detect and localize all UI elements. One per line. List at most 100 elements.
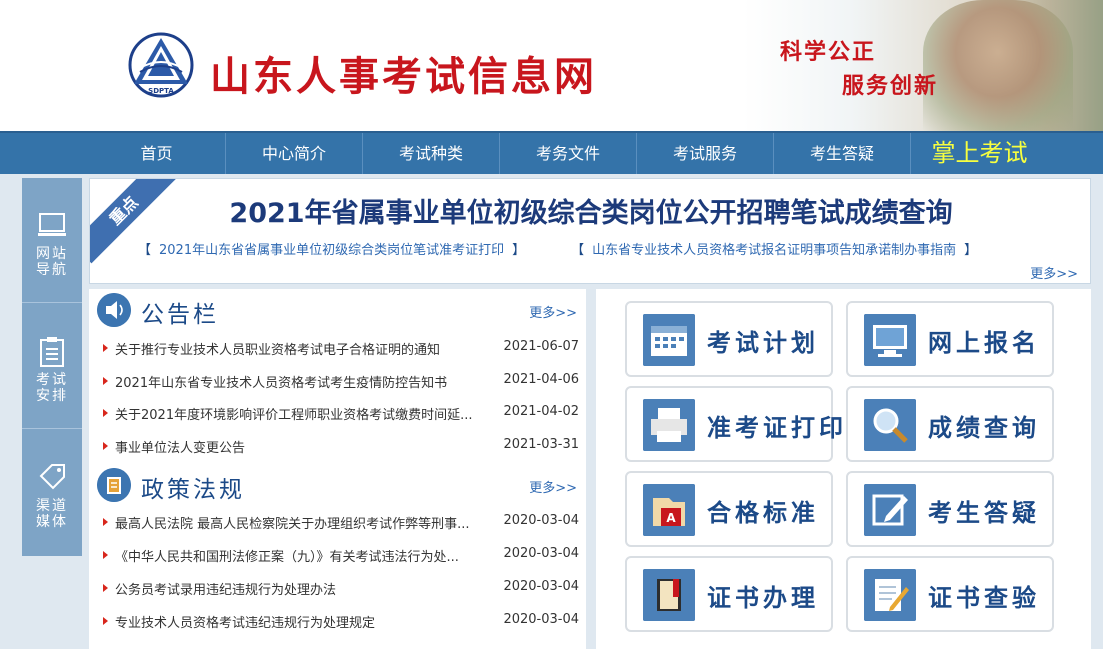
- service-label: 证书办理: [707, 583, 819, 612]
- bulletin-more-link[interactable]: 更多>>: [529, 302, 577, 321]
- list-item[interactable]: 《中华人民共和国刑法修正案（九）》有关考试违法行为处... 2020-03-04: [103, 540, 579, 570]
- list-item[interactable]: 专业技术人员资格考试违纪违规行为处理规定 2020-03-04: [103, 606, 579, 636]
- list-item[interactable]: 2021年山东省专业技术人员资格考试考生疫情防控告知书 2021-04-06: [103, 366, 579, 396]
- list-item-date: 2021-04-02: [503, 404, 579, 419]
- service-label: 网上报名: [928, 328, 1040, 357]
- policy-header: 政策法规 更多>>: [97, 466, 577, 503]
- book-icon: [97, 468, 131, 502]
- headline-links: 【2021年山东省省属事业单位初级综合类岗位笔试准考证打印】【山东省专业技术人员…: [130, 239, 985, 258]
- list-item[interactable]: 关于推行专业技术人员职业资格考试电子合格证明的通知 2021-06-07: [103, 333, 579, 363]
- nav-item-services[interactable]: 考试服务: [637, 133, 774, 174]
- side-item-site-nav[interactable]: 网站 导航: [22, 178, 82, 303]
- site-title[interactable]: 山东人事考试信息网: [210, 44, 597, 102]
- side-nav: 网站 导航 考试 安排 渠道 媒体: [22, 178, 82, 556]
- list-item-title[interactable]: 关于2021年度环境影响评价工程师职业资格考试缴费时间延...: [115, 404, 499, 423]
- headline-link-1[interactable]: 2021年山东省省属事业单位初级综合类岗位笔试准考证打印: [159, 243, 504, 258]
- nav-item-home[interactable]: 首页: [88, 133, 226, 174]
- service-label: 合格标准: [707, 498, 819, 527]
- mountain-image: [923, 0, 1073, 131]
- list-item-date: 2021-03-31: [503, 437, 579, 452]
- bullet-arrow-icon: [103, 518, 108, 526]
- bulletin-header: 公告栏 更多>>: [97, 291, 577, 328]
- side-label-line: 网站: [36, 246, 68, 262]
- speaker-icon: [97, 293, 131, 327]
- monitor-icon: [38, 213, 66, 236]
- headline-title[interactable]: 2021年省属事业单位初级综合类岗位公开招聘笔试成绩查询: [90, 191, 1090, 230]
- bracket: 【: [571, 243, 585, 258]
- nav-item-faq[interactable]: 考生答疑: [774, 133, 911, 174]
- service-label: 考生答疑: [928, 498, 1040, 527]
- service-label: 证书查验: [928, 583, 1040, 612]
- calendar-icon: [643, 314, 695, 366]
- list-item[interactable]: 事业单位法人变更公告 2021-03-31: [103, 431, 579, 461]
- main-nav: 首页 中心简介 考试种类 考务文件 考试服务 考生答疑 掌上考试: [0, 131, 1103, 174]
- document-icon: A: [643, 484, 695, 536]
- sdpta-logo-icon[interactable]: SDPTA: [128, 32, 194, 98]
- nav-item-mobile-exam[interactable]: 掌上考试: [911, 133, 1048, 174]
- bullet-arrow-icon: [103, 409, 108, 417]
- nav-item-documents[interactable]: 考务文件: [500, 133, 637, 174]
- list-item-date: 2020-03-04: [503, 546, 579, 561]
- svg-text:A: A: [666, 511, 676, 525]
- list-item-title[interactable]: 关于推行专业技术人员职业资格考试电子合格证明的通知: [115, 339, 499, 358]
- certificate-handling-button[interactable]: 证书办理: [625, 556, 833, 632]
- bullet-arrow-icon: [103, 377, 108, 385]
- printer-icon: [643, 399, 695, 451]
- side-label-line: 安排: [36, 388, 68, 404]
- side-item-media-channels[interactable]: 渠道 媒体: [22, 430, 82, 555]
- list-item-date: 2020-03-04: [503, 612, 579, 627]
- list-item-date: 2020-03-04: [503, 513, 579, 528]
- list-item-date: 2021-06-07: [503, 339, 579, 354]
- qualification-standard-button[interactable]: A 合格标准: [625, 471, 833, 547]
- online-registration-button[interactable]: 网上报名: [846, 301, 1054, 377]
- nav-item-exam-types[interactable]: 考试种类: [363, 133, 500, 174]
- admission-ticket-print-button[interactable]: 准考证打印: [625, 386, 843, 462]
- list-item-title[interactable]: 专业技术人员资格考试违纪违规行为处理规定: [115, 612, 499, 631]
- list-item-title[interactable]: 2021年山东省专业技术人员资格考试考生疫情防控告知书: [115, 372, 499, 391]
- clipboard-icon: [40, 337, 64, 367]
- side-item-label: 网站 导航: [22, 246, 82, 278]
- bracket: 】: [964, 243, 978, 258]
- list-item-title[interactable]: 事业单位法人变更公告: [115, 437, 499, 456]
- candidate-faq-button[interactable]: 考生答疑: [846, 471, 1054, 547]
- side-item-label: 渠道 媒体: [22, 498, 82, 530]
- slogan-line-1: 科学公正: [780, 39, 877, 65]
- list-item[interactable]: 最高人民法院 最高人民检察院关于办理组织考试作弊等刑事... 2020-03-0…: [103, 507, 579, 537]
- bullet-arrow-icon: [103, 617, 108, 625]
- book-icon: [643, 569, 695, 621]
- list-item-title[interactable]: 最高人民法院 最高人民检察院关于办理组织考试作弊等刑事...: [115, 513, 499, 532]
- policy-title: 政策法规: [141, 477, 245, 503]
- bracket: 】: [512, 243, 526, 258]
- headline-link-2[interactable]: 山东省专业技术人员资格考试报名证明事项告知承诺制办事指南: [592, 243, 956, 258]
- news-panel: 公告栏 更多>> 关于推行专业技术人员职业资格考试电子合格证明的通知 2021-…: [89, 289, 586, 649]
- service-label: 考试计划: [707, 328, 819, 357]
- tag-icon: [39, 464, 65, 490]
- bullet-arrow-icon: [103, 551, 108, 559]
- side-item-label: 考试 安排: [22, 372, 82, 404]
- magnifier-icon: [864, 399, 916, 451]
- side-label-line: 考试: [36, 372, 68, 388]
- list-item-title[interactable]: 公务员考试录用违纪违规行为处理办法: [115, 579, 499, 598]
- headline-more-link[interactable]: 更多>>: [1030, 263, 1078, 282]
- list-item-date: 2021-04-06: [503, 372, 579, 387]
- notepad-icon: [864, 569, 916, 621]
- edit-icon: [864, 484, 916, 536]
- side-label-line: 导航: [36, 262, 68, 278]
- service-label: 准考证打印: [707, 413, 847, 442]
- exam-plan-button[interactable]: 考试计划: [625, 301, 833, 377]
- bullet-arrow-icon: [103, 584, 108, 592]
- certificate-verification-button[interactable]: 证书查验: [846, 556, 1054, 632]
- nav-item-about[interactable]: 中心简介: [226, 133, 363, 174]
- list-item-title[interactable]: 《中华人民共和国刑法修正案（九）》有关考试违法行为处...: [115, 546, 499, 565]
- policy-more-link[interactable]: 更多>>: [529, 477, 577, 496]
- side-label-line: 媒体: [36, 514, 68, 530]
- list-item[interactable]: 关于2021年度环境影响评价工程师职业资格考试缴费时间延... 2021-04-…: [103, 398, 579, 428]
- score-query-button[interactable]: 成绩查询: [846, 386, 1054, 462]
- computer-icon: [864, 314, 916, 366]
- side-item-exam-schedule[interactable]: 考试 安排: [22, 304, 82, 429]
- list-item[interactable]: 公务员考试录用违纪违规行为处理办法 2020-03-04: [103, 573, 579, 603]
- logo-text: SDPTA: [148, 87, 174, 95]
- side-label-line: 渠道: [36, 498, 68, 514]
- bullet-arrow-icon: [103, 442, 108, 450]
- headline-box: 重点 2021年省属事业单位初级综合类岗位公开招聘笔试成绩查询 【2021年山东…: [89, 178, 1091, 284]
